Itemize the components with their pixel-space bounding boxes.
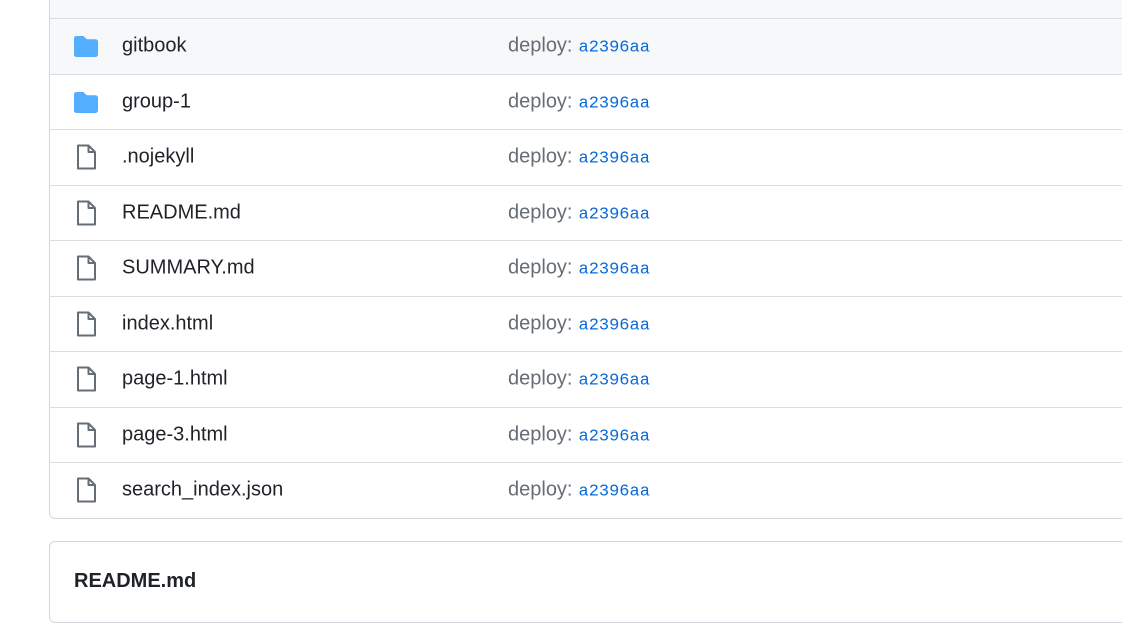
file-name-link[interactable]: search_index.json bbox=[122, 479, 283, 502]
file-row-group-1[interactable]: group-1 deploy: a2396aa bbox=[50, 73, 1122, 130]
file-name-link[interactable]: .nojekyll bbox=[122, 146, 194, 169]
file-name-link[interactable]: index.html bbox=[122, 312, 213, 335]
folder-icon bbox=[73, 34, 99, 58]
folder-icon bbox=[73, 90, 99, 114]
commit-message[interactable]: deploy: a2396aa bbox=[508, 90, 650, 113]
file-name-link[interactable]: gitbook bbox=[122, 35, 187, 58]
file-name-link[interactable]: page-1.html bbox=[122, 368, 228, 391]
readme-panel: README.md bbox=[49, 541, 1122, 623]
commit-message[interactable]: deploy: a2396aa bbox=[508, 35, 650, 58]
commit-sha-link[interactable]: a2396aa bbox=[579, 150, 650, 169]
commit-prefix: deploy: bbox=[508, 256, 573, 279]
commit-sha-link[interactable]: a2396aa bbox=[579, 316, 650, 335]
commit-prefix: deploy: bbox=[508, 367, 573, 390]
commit-message[interactable]: deploy: a2396aa bbox=[508, 201, 650, 224]
commit-prefix: deploy: bbox=[508, 423, 573, 446]
file-icon bbox=[73, 200, 99, 226]
file-row-readme[interactable]: README.md deploy: a2396aa bbox=[50, 184, 1122, 241]
file-icon bbox=[73, 144, 99, 170]
file-row-gitbook[interactable]: gitbook deploy: a2396aa bbox=[50, 18, 1122, 74]
file-icon bbox=[73, 255, 99, 281]
file-row[interactable] bbox=[50, 0, 1122, 18]
commit-sha-link[interactable]: a2396aa bbox=[579, 483, 650, 502]
commit-prefix: deploy: bbox=[508, 478, 573, 501]
file-name-link[interactable]: group-1 bbox=[122, 90, 191, 113]
file-name-link[interactable]: README.md bbox=[122, 201, 241, 224]
commit-sha-link[interactable]: a2396aa bbox=[579, 427, 650, 446]
file-name-link[interactable]: page-3.html bbox=[122, 423, 228, 446]
file-row-nojekyll[interactable]: .nojekyll deploy: a2396aa bbox=[50, 129, 1122, 185]
commit-message[interactable]: deploy: a2396aa bbox=[508, 423, 650, 446]
file-icon bbox=[73, 477, 99, 503]
commit-message[interactable]: deploy: a2396aa bbox=[508, 257, 650, 280]
commit-prefix: deploy: bbox=[508, 201, 573, 224]
commit-sha-link[interactable]: a2396aa bbox=[579, 372, 650, 391]
file-row-search-index[interactable]: search_index.json deploy: a2396aa bbox=[50, 462, 1122, 518]
commit-message[interactable]: deploy: a2396aa bbox=[508, 312, 650, 335]
commit-prefix: deploy: bbox=[508, 312, 573, 335]
commit-sha-link[interactable]: a2396aa bbox=[579, 261, 650, 280]
file-row-page-3[interactable]: page-3.html deploy: a2396aa bbox=[50, 406, 1122, 463]
file-icon bbox=[73, 422, 99, 448]
commit-prefix: deploy: bbox=[508, 34, 573, 57]
file-row-summary[interactable]: SUMMARY.md deploy: a2396aa bbox=[50, 240, 1122, 296]
file-icon bbox=[73, 311, 99, 337]
readme-title[interactable]: README.md bbox=[74, 570, 196, 593]
file-row-index-html[interactable]: index.html deploy: a2396aa bbox=[50, 295, 1122, 352]
file-name-link[interactable]: SUMMARY.md bbox=[122, 257, 255, 280]
commit-sha-link[interactable]: a2396aa bbox=[579, 39, 650, 58]
commit-message[interactable]: deploy: a2396aa bbox=[508, 479, 650, 502]
commit-prefix: deploy: bbox=[508, 90, 573, 113]
commit-sha-link[interactable]: a2396aa bbox=[579, 94, 650, 113]
commit-sha-link[interactable]: a2396aa bbox=[579, 205, 650, 224]
file-list: gitbook deploy: a2396aa group-1 deploy: a2… bbox=[49, 0, 1122, 519]
file-icon bbox=[73, 366, 99, 392]
commit-prefix: deploy: bbox=[508, 145, 573, 168]
commit-message[interactable]: deploy: a2396aa bbox=[508, 146, 650, 169]
file-row-page-1[interactable]: page-1.html deploy: a2396aa bbox=[50, 351, 1122, 407]
commit-message[interactable]: deploy: a2396aa bbox=[508, 368, 650, 391]
